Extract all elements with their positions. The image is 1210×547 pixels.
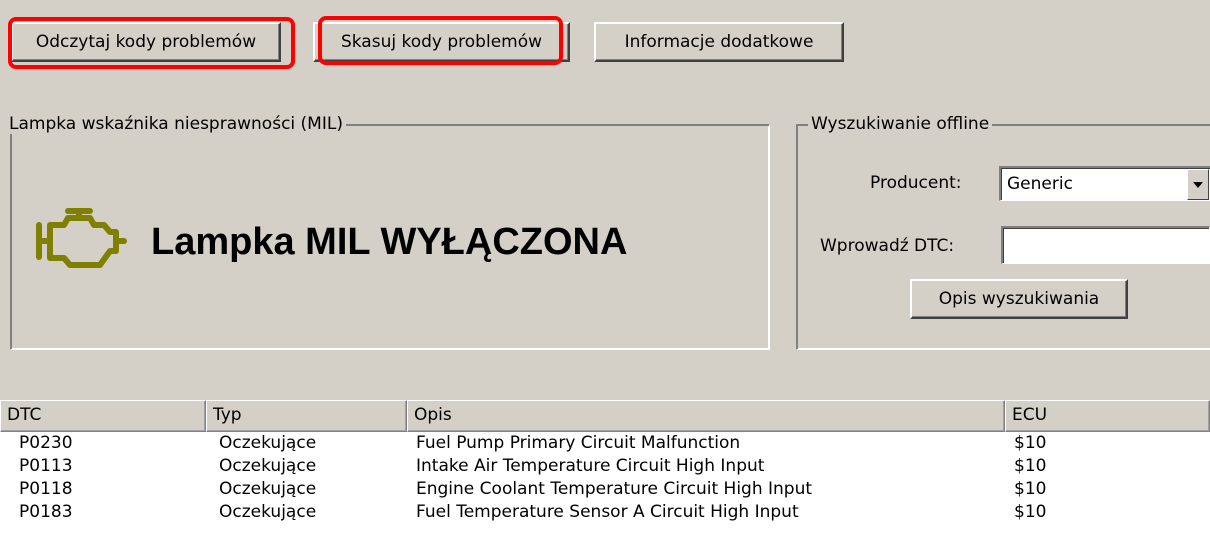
manufacturer-label: Producent: [870,173,962,193]
search-description-button[interactable]: Opis wyszukiwania [910,279,1128,319]
additional-info-label: Informacje dodatkowe [624,32,814,52]
clear-codes-label: Skasuj kody problemów [340,32,543,52]
manufacturer-select-value: Generic [1007,174,1073,194]
cell-description: Engine Coolant Temperature Circuit High … [416,479,813,499]
mil-group-title: Lampka wskaźnika niesprawności (MIL) [6,114,346,134]
cell-description: Fuel Pump Primary Circuit Malfunction [416,433,741,453]
cell-ecu: $10 [1014,479,1047,499]
cell-dtc: P0230 [19,433,73,453]
column-header-description[interactable]: Opis [407,400,1005,432]
search-description-label: Opis wyszukiwania [938,289,1100,309]
dropdown-arrow-icon[interactable] [1187,169,1209,200]
read-codes-button[interactable]: Odczytaj kody problemów [11,22,281,62]
cell-description: Fuel Temperature Sensor A Circuit High I… [416,502,799,522]
read-codes-label: Odczytaj kody problemów [35,32,257,52]
table-row[interactable]: P0183 Oczekujące Fuel Temperature Sensor… [0,501,1210,524]
cell-dtc: P0118 [19,479,73,499]
clear-codes-button[interactable]: Skasuj kody problemów [313,22,570,62]
cell-type: Oczekujące [219,456,317,476]
cell-ecu: $10 [1014,456,1047,476]
column-header-dtc[interactable]: DTC [0,400,206,432]
table-row[interactable]: P0113 Oczekujące Intake Air Temperature … [0,455,1210,478]
table-row[interactable]: P0118 Oczekujące Engine Coolant Temperat… [0,478,1210,501]
dtc-label: Wprowadź DTC: [820,236,955,256]
dtc-table: DTC Typ Opis ECU P0230 Oczekujące Fuel P… [0,400,1210,547]
manufacturer-select[interactable]: Generic [999,166,1210,201]
cell-type: Oczekujące [219,479,317,499]
column-header-ecu[interactable]: ECU [1005,400,1210,432]
table-row[interactable]: P0230 Oczekujące Fuel Pump Primary Circu… [0,432,1210,455]
column-header-type[interactable]: Typ [206,400,407,432]
cell-ecu: $10 [1014,502,1047,522]
check-engine-icon [34,205,128,275]
cell-dtc: P0183 [19,502,73,522]
cell-dtc: P0113 [19,456,73,476]
cell-type: Oczekujące [219,502,317,522]
cell-type: Oczekujące [219,433,317,453]
cell-ecu: $10 [1014,433,1047,453]
mil-status-text: Lampka MIL WYŁĄCZONA [151,221,628,263]
dtc-input[interactable] [1001,226,1210,264]
table-header: DTC Typ Opis ECU [0,400,1210,432]
additional-info-button[interactable]: Informacje dodatkowe [594,22,844,62]
offline-search-group-title: Wyszukiwanie offline [808,114,993,134]
cell-description: Intake Air Temperature Circuit High Inpu… [416,456,765,476]
table-body: P0230 Oczekujące Fuel Pump Primary Circu… [0,432,1210,524]
